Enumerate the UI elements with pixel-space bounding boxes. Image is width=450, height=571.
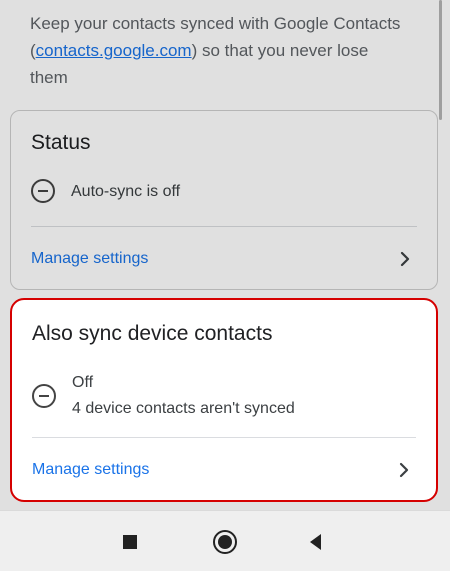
scrollbar[interactable] — [439, 0, 442, 120]
device-contacts-card: Also sync device contacts Off 4 device c… — [10, 298, 438, 502]
autosync-row: Auto-sync is off — [31, 179, 417, 205]
device-sync-detail: 4 device contacts aren't synced — [72, 400, 295, 417]
home-circle-icon[interactable] — [212, 529, 238, 555]
manage-settings-label: Manage settings — [32, 461, 150, 478]
manage-settings-label: Manage settings — [31, 250, 149, 267]
back-triangle-icon[interactable] — [303, 529, 329, 555]
divider — [32, 437, 416, 438]
device-contacts-text: Off 4 device contacts aren't synced — [72, 370, 295, 422]
contacts-sync-screen: Keep your contacts synced with Google Co… — [0, 0, 450, 571]
contacts-link[interactable]: contacts.google.com — [36, 41, 192, 60]
chevron-right-icon — [399, 462, 409, 478]
autosync-status-text: Auto-sync is off — [71, 183, 181, 200]
status-title: Status — [31, 131, 91, 154]
sync-intro-text: Keep your contacts synced with Google Co… — [30, 10, 410, 91]
minus-circle-icon — [32, 384, 56, 408]
device-manage-settings-button[interactable]: Manage settings — [32, 458, 416, 482]
device-contacts-row: Off 4 device contacts aren't synced — [32, 370, 416, 422]
chevron-right-icon — [400, 251, 410, 267]
device-contacts-title: Also sync device contacts — [32, 322, 273, 345]
system-navigation-bar — [0, 510, 450, 571]
device-sync-state: Off — [72, 374, 94, 391]
recents-square-icon[interactable] — [117, 529, 143, 555]
status-manage-settings-button[interactable]: Manage settings — [31, 247, 417, 271]
divider — [31, 226, 417, 227]
minus-circle-icon — [31, 179, 55, 203]
status-card: Status Auto-sync is off Manage settings — [10, 110, 438, 290]
